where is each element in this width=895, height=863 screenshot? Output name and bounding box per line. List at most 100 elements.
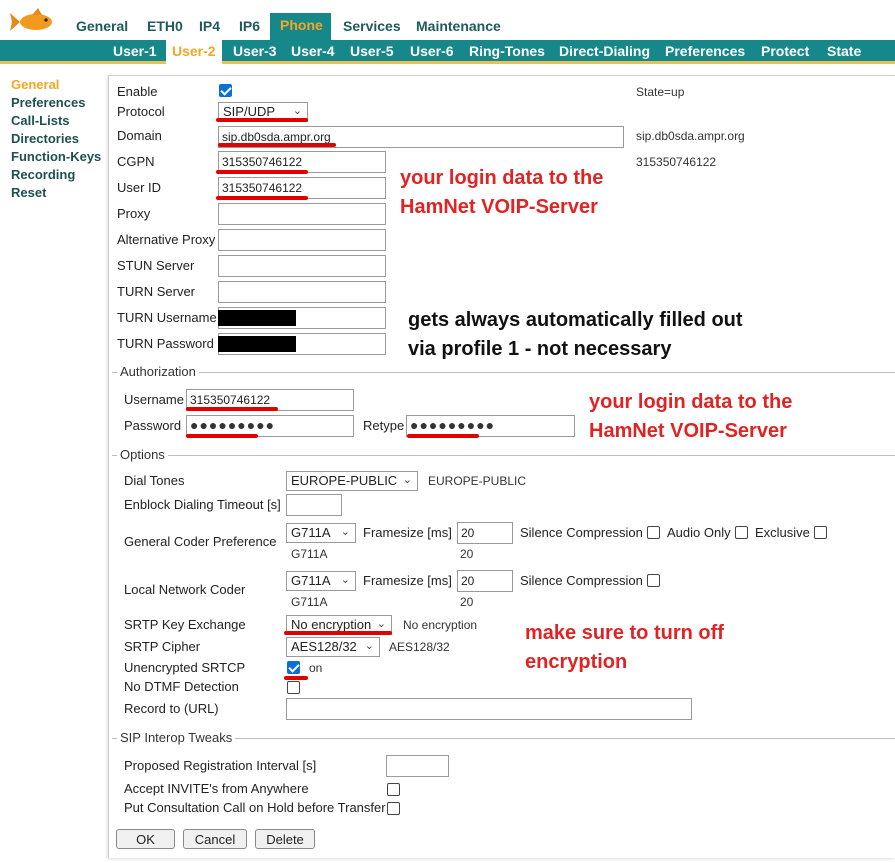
sub-tab-user-1[interactable]: User-1 xyxy=(107,40,163,62)
sub-tab-user-2[interactable]: User-2 xyxy=(166,40,222,66)
sidebar-item-call-lists[interactable]: Call-Lists xyxy=(11,113,70,128)
protocol-select-value: SIP/UDP xyxy=(223,104,276,119)
proxy-input[interactable] xyxy=(218,203,386,225)
top-tab-ip4[interactable]: IP4 xyxy=(191,14,228,38)
retype-label: Retype xyxy=(363,418,405,433)
gen-framesize-status: 20 xyxy=(460,547,474,561)
stun-input[interactable] xyxy=(218,255,386,277)
sidebar-item-preferences[interactable]: Preferences xyxy=(11,95,85,110)
srtp-kx-select-value: No encryption xyxy=(291,617,372,632)
username-label: Username xyxy=(124,392,184,407)
interop-legend: SIP Interop Tweaks xyxy=(117,730,236,745)
sub-tab-user-6[interactable]: User-6 xyxy=(404,40,460,62)
annotation-underline xyxy=(216,170,308,174)
sub-tab-protect[interactable]: Protect xyxy=(755,40,815,62)
enblock-input[interactable] xyxy=(286,494,342,516)
sidebar-item-general[interactable]: General xyxy=(11,77,59,92)
turn-label: TURN Server xyxy=(117,284,196,299)
local-silence-checkbox[interactable] xyxy=(647,574,660,587)
sidebar-item-function-keys[interactable]: Function-Keys xyxy=(11,149,101,164)
delete-button[interactable]: Delete xyxy=(255,829,315,849)
gen-coder-select[interactable]: G711A ⌄ xyxy=(286,523,356,543)
gen-silence-label: Silence Compression xyxy=(520,525,643,540)
enblock-label: Enblock Dialing Timeout [s] xyxy=(124,497,281,512)
domain-label: Domain xyxy=(117,128,162,143)
sub-tab-state[interactable]: State xyxy=(821,40,867,62)
protocol-label: Protocol xyxy=(117,104,165,119)
annotation-underline xyxy=(216,196,308,200)
local-framesize-input[interactable]: 20 xyxy=(457,570,513,592)
dial-tones-select-value: EUROPE-PUBLIC xyxy=(291,473,398,488)
no-dtmf-checkbox[interactable] xyxy=(287,681,300,694)
annotation-encryption-line2: encryption xyxy=(525,651,628,673)
annotation-underline xyxy=(218,143,336,147)
sub-tab-user-3[interactable]: User-3 xyxy=(227,40,283,62)
local-silence-label: Silence Compression xyxy=(520,573,643,588)
reg-interval-label: Proposed Registration Interval [s] xyxy=(124,758,317,773)
sub-nav: User-1 User-2 User-3 User-4 User-5 User-… xyxy=(0,40,895,66)
put-hold-checkbox[interactable] xyxy=(387,802,400,815)
goldfish-logo-icon xyxy=(10,8,52,31)
reg-interval-input[interactable] xyxy=(386,755,449,777)
annotation-auto-line1: gets always automatically filled out xyxy=(408,309,743,331)
top-tab-maintenance[interactable]: Maintenance xyxy=(408,14,509,38)
top-tab-services[interactable]: Services xyxy=(335,14,409,38)
sub-tab-user-4[interactable]: User-4 xyxy=(285,40,341,62)
local-coder-select[interactable]: G711A ⌄ xyxy=(286,571,356,591)
accept-invite-label: Accept INVITE's from Anywhere xyxy=(124,781,309,796)
unenc-srtcp-checkbox[interactable] xyxy=(287,661,300,674)
sub-tab-ring-tones[interactable]: Ring-Tones xyxy=(463,40,551,62)
sidebar-item-reset[interactable]: Reset xyxy=(11,185,46,200)
cancel-button[interactable]: Cancel xyxy=(183,829,247,849)
options-divider xyxy=(112,455,895,456)
annotation-underline xyxy=(186,407,278,411)
put-hold-label: Put Consultation Call on Hold before Tra… xyxy=(124,800,386,815)
top-tab-eth0[interactable]: ETH0 xyxy=(139,14,191,38)
alt-proxy-input[interactable] xyxy=(218,229,386,251)
sub-tab-direct-dialing[interactable]: Direct-Dialing xyxy=(553,40,656,62)
password-label: Password xyxy=(124,418,182,433)
top-tab-general[interactable]: General xyxy=(68,14,136,38)
srtp-cipher-label: SRTP Cipher xyxy=(124,639,201,654)
annotation-underline xyxy=(407,434,479,438)
srtp-cipher-select-value: AES128/32 xyxy=(291,639,357,654)
chevron-down-icon: ⌄ xyxy=(376,618,386,630)
stun-label: STUN Server xyxy=(117,258,195,273)
gen-coder-status: G711A xyxy=(291,547,328,561)
top-tab-ip6[interactable]: IP6 xyxy=(231,14,268,38)
sub-tab-user-5[interactable]: User-5 xyxy=(344,40,400,62)
turn-input[interactable] xyxy=(218,281,386,303)
sub-tab-preferences[interactable]: Preferences xyxy=(659,40,751,62)
chevron-down-icon: ⌄ xyxy=(340,574,350,586)
srtp-kx-label: SRTP Key Exchange xyxy=(124,617,246,632)
gen-silence-checkbox[interactable] xyxy=(647,526,660,539)
proxy-label: Proxy xyxy=(117,206,151,221)
local-coder-select-value: G711A xyxy=(291,573,331,588)
gen-framesize-input[interactable]: 20 xyxy=(457,522,513,544)
authorization-divider xyxy=(112,372,895,373)
sidebar-item-directories[interactable]: Directories xyxy=(11,131,79,146)
local-framesize-label: Framesize [ms] xyxy=(363,573,452,588)
exclusive-checkbox[interactable] xyxy=(814,526,827,539)
top-tab-phone[interactable]: Phone xyxy=(270,13,331,40)
sidebar-item-recording[interactable]: Recording xyxy=(11,167,75,182)
chevron-down-icon: ⌄ xyxy=(402,474,412,486)
enable-checkbox[interactable] xyxy=(219,84,232,97)
record-url-input[interactable] xyxy=(286,698,692,720)
annotation-encryption-line1: make sure to turn off xyxy=(525,622,724,644)
userid-label: User ID xyxy=(117,180,162,195)
unenc-srtcp-status: on xyxy=(309,661,323,675)
ok-button[interactable]: OK xyxy=(116,829,175,849)
record-label: Record to (URL) xyxy=(124,701,219,716)
dial-tones-select[interactable]: EUROPE-PUBLIC ⌄ xyxy=(286,471,418,491)
annotation-underline xyxy=(216,118,308,122)
accept-invite-checkbox[interactable] xyxy=(387,783,400,796)
chevron-down-icon: ⌄ xyxy=(292,105,302,117)
srtp-cipher-select[interactable]: AES128/32 ⌄ xyxy=(286,637,380,657)
enable-label: Enable xyxy=(117,84,158,99)
srtp-kx-status: No encryption xyxy=(403,618,478,632)
audio-only-checkbox[interactable] xyxy=(735,526,748,539)
local-coder-status: G711A xyxy=(291,595,328,609)
turn-password-label: TURN Password xyxy=(117,336,214,351)
unenc-srtcp-label: Unencrypted SRTCP xyxy=(124,660,246,675)
